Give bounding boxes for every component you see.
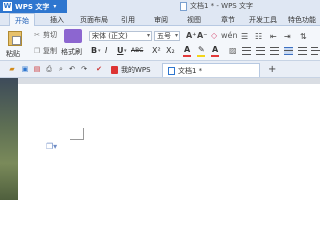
tab-references[interactable]: 引用 <box>121 15 135 25</box>
wps-icon <box>111 66 118 74</box>
desktop-background <box>0 78 18 200</box>
print-preview-icon[interactable]: ▤ <box>33 65 41 73</box>
document-icon <box>168 66 175 75</box>
highlight-icon[interactable]: ✎ <box>198 45 205 54</box>
format-painter-label[interactable]: 格式刷 <box>61 47 82 57</box>
decrease-indent-icon[interactable]: ⇤ <box>270 32 277 41</box>
window-title: 文档1 * - WPS 文字 <box>190 2 253 10</box>
tab-review[interactable]: 审阅 <box>154 15 168 25</box>
tab-my-wps[interactable]: 我的WPS <box>106 63 156 77</box>
align-right-icon[interactable] <box>270 47 279 55</box>
print-icon[interactable]: ⎙ <box>45 65 53 73</box>
redo-icon[interactable]: ↷ <box>80 65 88 73</box>
font-color-button[interactable]: A <box>184 45 190 54</box>
chevron-down-icon: ▾ <box>174 32 178 39</box>
align-left-icon[interactable] <box>242 47 251 55</box>
cut-button[interactable]: ✂ 剪切 <box>33 30 57 40</box>
document-workspace <box>0 78 320 200</box>
new-tab-button[interactable]: + <box>268 64 276 75</box>
phonetic-guide-icon[interactable]: wén <box>221 31 238 40</box>
document-page[interactable] <box>18 84 320 200</box>
app-name: WPS 文字 <box>15 2 50 11</box>
distributed-icon[interactable] <box>298 47 307 55</box>
shrink-font-button[interactable]: A⁻ <box>197 31 207 40</box>
underline-button[interactable]: U <box>117 46 124 55</box>
tab-document-1[interactable]: 文档1 * <box>162 63 260 77</box>
text-color-button[interactable]: A <box>212 45 218 54</box>
ribbon-tabs: 开始 插入 页面布局 引用 审阅 视图 章节 开发工具 特色功能 <box>0 13 320 26</box>
find-icon[interactable]: ⌕ <box>57 65 65 73</box>
pin-icon[interactable]: ✔ <box>95 65 103 73</box>
strikethrough-button[interactable]: ABC <box>131 47 143 54</box>
paste-button[interactable]: 粘贴 <box>6 29 24 58</box>
align-center-icon[interactable] <box>256 47 265 55</box>
tab-view[interactable]: 视图 <box>187 15 201 25</box>
chevron-down-icon: ▾ <box>98 48 101 54</box>
tab-developer[interactable]: 开发工具 <box>249 15 277 25</box>
tab-chapter[interactable]: 章节 <box>221 15 235 25</box>
chevron-down-icon: ▾ <box>146 32 150 39</box>
tab-home[interactable]: 开始 <box>9 13 35 26</box>
document-icon <box>180 2 187 11</box>
bullets-icon[interactable]: ☰ <box>241 32 248 41</box>
tab-insert[interactable]: 插入 <box>50 15 64 25</box>
scissors-icon: ✂ <box>34 31 40 39</box>
undo-icon[interactable]: ↶ <box>68 65 76 73</box>
sort-icon[interactable]: ⇅ <box>300 32 307 41</box>
margin-corner-mark <box>70 128 84 140</box>
italic-button[interactable]: I <box>105 46 107 55</box>
quick-access-toolbar: ▰ ▣ ▤ ⎙ ⌕ ↶ ↷ ✔ 我的WPS 文档1 * + <box>0 61 320 78</box>
tab-features[interactable]: 特色功能 <box>288 15 316 25</box>
paste-label: 粘贴 <box>6 50 20 58</box>
subscript-button[interactable]: X₂ <box>166 46 175 55</box>
chevron-down-icon: ▾ <box>124 48 127 54</box>
wps-logo-icon: W <box>3 2 12 11</box>
superscript-button[interactable]: X² <box>152 46 161 55</box>
app-menu-button[interactable]: W WPS 文字 ▾ <box>0 0 67 13</box>
open-icon[interactable]: ▰ <box>8 65 16 73</box>
ribbon-home: 粘贴 ✂ 剪切 ❐ 复制 格式刷 宋体 (正文) ▾ 五号 ▾ A⁺ A⁻ ◇ … <box>0 26 320 61</box>
title-bar: W WPS 文字 ▾ 文档1 * - WPS 文字 <box>0 0 320 13</box>
copy-icon: ❐ <box>33 47 41 55</box>
font-size-select[interactable]: 五号 ▾ <box>154 31 180 41</box>
char-shading-icon[interactable]: ▨ <box>229 46 237 55</box>
copy-button[interactable]: ❐ 复制 <box>33 46 57 56</box>
clear-format-icon[interactable]: ◇ <box>211 31 217 40</box>
increase-indent-icon[interactable]: ⇥ <box>284 32 291 41</box>
line-spacing-icon[interactable] <box>311 47 320 55</box>
justify-icon[interactable] <box>284 47 293 55</box>
grow-font-button[interactable]: A⁺ <box>186 31 196 40</box>
save-icon[interactable]: ▣ <box>21 65 29 73</box>
paste-options-icon[interactable]: ❐▾ <box>46 142 57 151</box>
font-name-select[interactable]: 宋体 (正文) ▾ <box>89 31 152 41</box>
dropdown-arrow-icon: ▾ <box>53 3 57 10</box>
numbering-icon[interactable]: ☷ <box>255 32 262 41</box>
format-painter-icon[interactable] <box>64 29 82 43</box>
tab-page-layout[interactable]: 页面布局 <box>80 15 108 25</box>
bold-button[interactable]: B <box>91 46 97 55</box>
